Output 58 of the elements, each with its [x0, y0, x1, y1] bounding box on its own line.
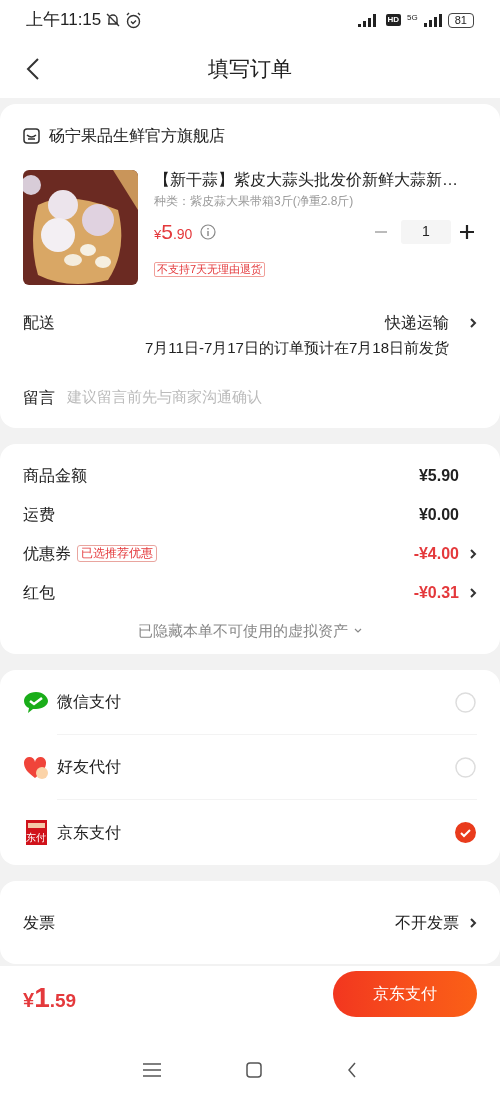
back-icon[interactable] — [347, 1062, 358, 1078]
message-label: 留言 — [23, 387, 55, 408]
store-name: 砀宁果品生鲜官方旗舰店 — [49, 126, 225, 146]
product-title: 【新干蒜】紫皮大蒜头批发价新鲜大蒜新… — [154, 170, 459, 190]
radio-icon[interactable] — [455, 756, 476, 778]
delivery-note: 7月11日-7月17日的订单预计在7月18日前发货 — [144, 338, 450, 358]
heart-icon — [23, 755, 49, 780]
summary-label: 商品金额 — [23, 465, 87, 486]
radio-icon[interactable] — [455, 691, 476, 713]
message-field[interactable]: 建议留言前先与商家沟通确认 — [67, 386, 477, 409]
pay-button[interactable]: 京东支付 — [333, 971, 477, 1017]
payment-option[interactable]: 好友代付 — [23, 735, 477, 800]
home-icon[interactable] — [246, 1062, 262, 1078]
radio-checked-icon[interactable] — [455, 822, 476, 843]
chat-bubble-icon — [23, 690, 49, 715]
payment-label: 京东支付 — [57, 822, 121, 843]
product-variant: 种类：紫皮蒜大果带箱3斤(净重2.8斤) — [154, 193, 355, 210]
payment-option[interactable]: 东付 京东支付 — [23, 800, 477, 865]
payment-option[interactable]: 微信支付 — [23, 670, 477, 735]
plus-icon — [460, 224, 474, 239]
invoice-label: 发票 — [23, 912, 55, 933]
delivery-label: 配送 — [23, 313, 55, 333]
store-icon — [23, 128, 40, 144]
chevron-right-icon — [469, 916, 477, 929]
chevron-right-icon — [469, 547, 477, 560]
alarm-icon — [125, 11, 143, 29]
summary-value: ¥5.90 — [418, 465, 459, 486]
bell-muted-icon — [105, 12, 122, 28]
clock-time: 上午11:15 — [26, 9, 102, 32]
menu-icon[interactable] — [142, 1063, 161, 1077]
delivery-method[interactable]: 快递运输 — [385, 311, 449, 335]
hidden-assets-note[interactable]: 已隐藏本单不可使用的虚拟资产 — [138, 619, 348, 642]
summary-label: 红包 — [23, 582, 55, 603]
summary-value: ¥0.00 — [418, 504, 459, 525]
battery-indicator: 81 — [447, 12, 474, 28]
summary-value: -¥0.31 — [413, 582, 459, 603]
chevron-right-icon — [469, 317, 477, 329]
summary-label: 运费 — [23, 504, 55, 525]
minus-icon — [375, 230, 387, 233]
info-icon — [200, 223, 217, 240]
chevron-right-icon — [469, 586, 477, 599]
chevron-down-icon — [354, 628, 362, 634]
summary-label: 优惠券 — [23, 543, 71, 564]
page-title: 填写订单 — [208, 56, 292, 83]
return-policy-tag: 不支持7天无理由退货 — [154, 261, 266, 278]
network-type: 5G — [407, 13, 418, 22]
signal-icon — [423, 13, 442, 27]
product-price: ¥5.90 — [154, 219, 193, 245]
coupon-tag: 已选推荐优惠 — [77, 545, 157, 562]
card-icon: 东付 — [25, 820, 47, 845]
hd-badge: HD — [385, 14, 402, 26]
total-price: ¥1.59 — [23, 980, 77, 1015]
quantity-field[interactable]: 1 — [401, 219, 451, 244]
invoice-value[interactable]: 不开发票 — [395, 910, 459, 935]
payment-label: 微信支付 — [57, 692, 121, 712]
back-icon — [26, 57, 40, 81]
payment-label: 好友代付 — [57, 757, 121, 777]
summary-value: -¥4.00 — [413, 543, 459, 564]
